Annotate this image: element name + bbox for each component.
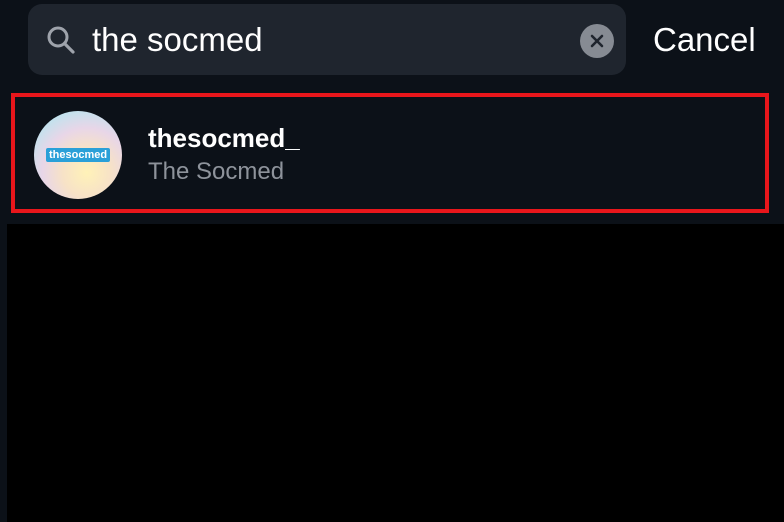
close-icon xyxy=(590,34,604,48)
left-edge-strip xyxy=(0,224,7,522)
search-screen: Cancel thesocmed thesocmed_ The Socmed xyxy=(0,0,784,522)
empty-results-area xyxy=(0,224,784,522)
highlight-annotation-box xyxy=(11,93,769,213)
search-icon xyxy=(47,26,75,54)
cancel-button[interactable]: Cancel xyxy=(653,18,756,62)
clear-search-button[interactable] xyxy=(580,24,614,58)
search-input[interactable] xyxy=(92,18,562,62)
